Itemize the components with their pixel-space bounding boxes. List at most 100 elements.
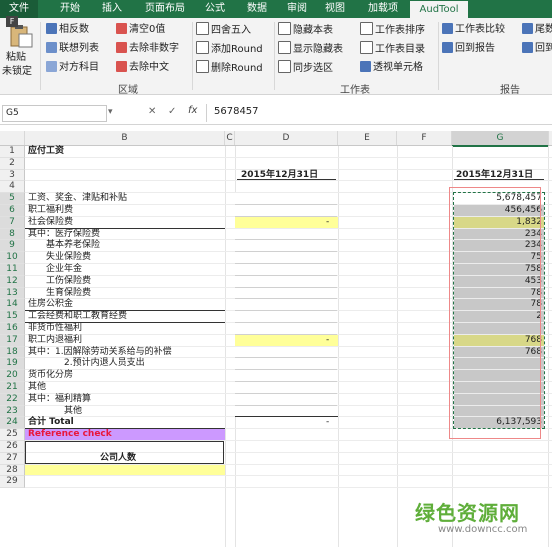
cell-fill xyxy=(235,299,337,312)
back-to-report-button[interactable]: 回到报告 xyxy=(442,41,495,57)
cell-b17[interactable]: 职工内退福利 xyxy=(28,335,82,346)
row-header[interactable]: 7 xyxy=(0,216,25,229)
hide-sheet-button[interactable]: 隐藏本表 xyxy=(278,22,333,38)
reverse-sign-button[interactable]: 相反数 xyxy=(46,22,89,38)
formula-input[interactable]: 5678457 xyxy=(214,106,259,117)
tab-insert[interactable]: 插入 xyxy=(94,0,130,18)
cell-b11[interactable]: 企业年金 xyxy=(46,264,82,275)
row-header[interactable]: 6 xyxy=(0,205,25,217)
cell-d17[interactable]: - xyxy=(326,335,329,346)
row-header[interactable]: 15 xyxy=(0,311,25,323)
tab-review[interactable]: 审阅 xyxy=(282,0,312,18)
tab-page-layout[interactable]: 页面布局 xyxy=(136,0,194,18)
delete-round-button[interactable]: 删除Round xyxy=(196,60,263,76)
sheet-sort-button[interactable]: 工作表排序 xyxy=(360,22,425,38)
select-all-corner[interactable] xyxy=(0,131,25,145)
name-box[interactable]: G5 xyxy=(2,105,107,122)
clear-zero-button[interactable]: 清空0值 xyxy=(116,22,165,38)
column-header-g[interactable]: G xyxy=(452,131,549,147)
chevron-down-icon[interactable]: ▾ xyxy=(108,107,113,117)
tab-view[interactable]: 视图 xyxy=(320,0,350,18)
row-header[interactable]: 14 xyxy=(0,299,25,312)
row-header[interactable]: 19 xyxy=(0,358,25,371)
row-header[interactable]: 4 xyxy=(0,181,25,194)
cell-b20[interactable]: 货币化分房 xyxy=(28,370,73,381)
row-header[interactable]: 23 xyxy=(0,405,25,418)
linked-list-button[interactable]: 联想列表 xyxy=(46,41,99,57)
row-header[interactable]: 18 xyxy=(0,346,25,359)
tab-addins[interactable]: 加载项 xyxy=(362,0,404,18)
column-header-b[interactable]: B xyxy=(25,131,225,145)
cell-b12[interactable]: 工伤保险费 xyxy=(46,276,91,287)
cell-b16[interactable]: 非货币性福利 xyxy=(28,323,82,334)
tab-data[interactable]: 数据 xyxy=(240,0,274,18)
back-partial-button[interactable]: 回到 xyxy=(522,41,552,57)
tab-home[interactable]: 开始 xyxy=(52,0,88,18)
opposite-subject-button[interactable]: 对方科目 xyxy=(46,60,99,76)
sheet-index-button[interactable]: 工作表目录 xyxy=(360,41,425,57)
worksheet-grid[interactable]: 1 应付工资 2 3 2015年12月31日 2015年12月31日 4 5 工资、奖金、津贴和… xyxy=(0,146,552,547)
cell-b1[interactable]: 应付工资 xyxy=(28,146,64,157)
cell-b19[interactable]: 2.预计内退人员支出 xyxy=(64,358,145,369)
row-header[interactable]: 1 xyxy=(0,146,25,158)
row-header[interactable]: 17 xyxy=(0,334,25,347)
cell-b15[interactable]: 工会经费和职工教育经费 xyxy=(28,311,127,322)
column-header-c[interactable]: C xyxy=(225,131,235,145)
cell-b10[interactable]: 失业保险费 xyxy=(46,252,91,263)
cell-b25[interactable]: Reference check xyxy=(28,429,112,440)
paste-button-line2[interactable]: 未锁定 xyxy=(2,64,32,80)
column-header-d[interactable]: D xyxy=(235,131,338,145)
cell-b14[interactable]: 住房公积金 xyxy=(28,299,73,310)
row-header[interactable]: 27 xyxy=(0,452,25,465)
row-header[interactable]: 16 xyxy=(0,323,25,335)
pivot-cell-button[interactable]: 透视单元格 xyxy=(360,60,423,76)
tab-formulas[interactable]: 公式 xyxy=(198,0,232,18)
tail-number-button[interactable]: 尾数 xyxy=(522,22,552,38)
cell-b5[interactable]: 工资、奖金、津贴和补贴 xyxy=(28,193,127,204)
add-round-button[interactable]: 添加Round xyxy=(196,41,263,57)
cell-b18[interactable]: 其中：1.因解除劳动关系给与的补偿 xyxy=(28,347,172,358)
sync-select-button[interactable]: 同步选区 xyxy=(278,60,333,76)
row-header[interactable]: 13 xyxy=(0,287,25,300)
tab-audtool[interactable]: AudTool xyxy=(410,0,468,19)
column-header-e[interactable]: E xyxy=(338,131,397,145)
cell-d7[interactable]: - xyxy=(326,217,329,228)
remove-chinese-button[interactable]: 去除中文 xyxy=(116,60,169,76)
row-header[interactable]: 5 xyxy=(0,193,25,205)
row-header[interactable]: 25 xyxy=(0,429,25,441)
compare-icon xyxy=(442,23,453,34)
cell-b6[interactable]: 职工福利费 xyxy=(28,205,73,216)
row-header[interactable]: 9 xyxy=(0,240,25,253)
cell-b13[interactable]: 生育保险费 xyxy=(46,288,91,299)
cell-b9[interactable]: 基本养老保险 xyxy=(46,240,100,251)
cell-d24[interactable]: - xyxy=(326,417,329,428)
cell-b24[interactable]: 合计 Total xyxy=(28,417,74,428)
row-header[interactable]: 8 xyxy=(0,228,25,241)
row-header[interactable]: 28 xyxy=(0,464,25,477)
cell-b21[interactable]: 其他 xyxy=(28,382,46,393)
row-header[interactable]: 20 xyxy=(0,370,25,382)
cell-b22[interactable]: 其中：福利精算 xyxy=(28,394,91,405)
cancel-icon[interactable]: ✕ xyxy=(148,106,156,117)
row-header[interactable]: 22 xyxy=(0,393,25,406)
row-header[interactable]: 3 xyxy=(0,169,25,182)
insert-function-icon[interactable]: fx xyxy=(188,105,197,116)
row-header[interactable]: 11 xyxy=(0,264,25,276)
column-header-f[interactable]: F xyxy=(397,131,452,145)
show-hidden-button[interactable]: 显示隐藏表 xyxy=(278,41,343,57)
row-header[interactable]: 10 xyxy=(0,252,25,264)
row-header[interactable]: 24 xyxy=(0,417,25,430)
round-half-button[interactable]: 四舍五入 xyxy=(196,22,251,38)
row-header[interactable]: 26 xyxy=(0,441,25,453)
row-header[interactable]: 29 xyxy=(0,476,25,489)
cell-b7[interactable]: 社会保险费 xyxy=(28,217,73,228)
confirm-icon[interactable]: ✓ xyxy=(168,106,176,117)
row-header[interactable]: 12 xyxy=(0,275,25,288)
remove-nonnumeric-button[interactable]: 去除非数字 xyxy=(116,41,179,57)
row-header[interactable]: 2 xyxy=(0,157,25,170)
cell-b23[interactable]: 其他 xyxy=(64,406,82,417)
cell-b8[interactable]: 其中：医疗保险费 xyxy=(28,229,100,240)
cell-fill-yellow xyxy=(235,216,338,228)
sheet-compare-button[interactable]: 工作表比较 xyxy=(442,22,505,38)
row-header[interactable]: 21 xyxy=(0,382,25,394)
